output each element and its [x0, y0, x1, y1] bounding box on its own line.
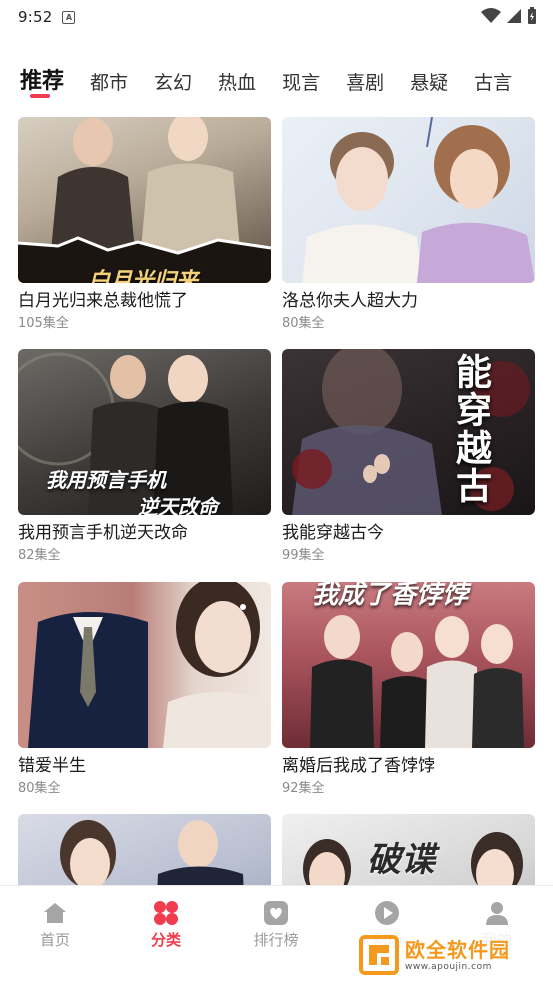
notification-a-icon: A: [62, 10, 76, 24]
drama-episodes: 80集全: [18, 781, 61, 796]
signal-icon: [507, 9, 521, 23]
drama-poster[interactable]: 能穿越古: [282, 349, 535, 515]
status-bar: 9:52 A: [0, 0, 553, 34]
poster-title: 破谍: [367, 840, 435, 880]
play-icon: [374, 900, 400, 926]
drama-card[interactable]: 错爱半生 80集全: [18, 582, 271, 797]
poster-subtitle: 逆天改命: [138, 495, 218, 515]
tab-fantasy[interactable]: 玄幻: [154, 62, 192, 95]
drama-title[interactable]: 洛总你夫人超大力: [282, 290, 535, 312]
drama-poster[interactable]: 白月光归来: [18, 117, 271, 283]
drama-poster[interactable]: [282, 117, 535, 283]
wifi-icon: [481, 8, 501, 23]
tab-label: 推荐: [20, 69, 65, 94]
nav-label: 排行榜: [253, 931, 299, 949]
category-tabs: 推荐 都市 玄幻 热血 现言 喜剧 悬疑 古言: [0, 62, 553, 102]
home-icon: [42, 900, 68, 926]
poster-title: 白月光归来: [88, 269, 199, 283]
status-time: 9:52: [18, 8, 53, 26]
tab-urban[interactable]: 都市: [90, 62, 128, 95]
drama-episodes: 99集全: [282, 548, 325, 563]
tab-recommend[interactable]: 推荐: [20, 62, 65, 98]
poster-title: 能穿越古: [450, 353, 491, 505]
drama-title[interactable]: 我用预言手机逆天改命: [18, 522, 271, 544]
ranking-icon: [263, 900, 289, 926]
drama-poster[interactable]: 我用预言手机 逆天改命: [18, 349, 271, 515]
drama-title[interactable]: 我能穿越古今: [282, 522, 535, 544]
watermark: 欧全软件园 www.apoujin.com: [355, 930, 545, 980]
drama-title[interactable]: 白月光归来总裁他慌了: [18, 290, 271, 312]
poster-title: 我用预言手机: [46, 468, 166, 492]
poster-title: 我成了香饽饽: [312, 582, 469, 610]
tab-ancient-romance[interactable]: 古言: [474, 62, 512, 95]
tab-modern-romance[interactable]: 现言: [282, 62, 320, 95]
watermark-url: www.apoujin.com: [405, 962, 492, 972]
drama-card[interactable]: 我用预言手机 逆天改命 我用预言手机逆天改命 82集全: [18, 349, 271, 564]
category-icon: [153, 900, 179, 926]
nav-label: 分类: [150, 931, 181, 949]
drama-card[interactable]: 能穿越古 我能穿越古今 99集全: [282, 349, 535, 564]
drama-card[interactable]: 我成了香饽饽 离婚后我成了香饽饽 92集全: [282, 582, 535, 797]
drama-title[interactable]: 错爱半生: [18, 755, 271, 777]
drama-poster[interactable]: 我成了香饽饽: [282, 582, 535, 748]
drama-episodes: 105集全: [18, 316, 69, 331]
drama-card[interactable]: 白月光归来 白月光归来总裁他慌了 105集全: [18, 117, 271, 332]
nav-home[interactable]: 首页: [15, 900, 95, 950]
drama-title[interactable]: 离婚后我成了香饽饽: [282, 755, 535, 777]
drama-poster[interactable]: [18, 582, 271, 748]
drama-card[interactable]: 洛总你夫人超大力 80集全: [282, 117, 535, 332]
watermark-name: 欧全软件园: [405, 938, 510, 962]
nav-category[interactable]: 分类: [126, 900, 206, 950]
watermark-text: 欧全软件园 www.apoujin.com: [405, 938, 510, 972]
tab-mystery[interactable]: 悬疑: [410, 62, 448, 95]
drama-episodes: 80集全: [282, 316, 325, 331]
tab-comedy[interactable]: 喜剧: [346, 62, 384, 95]
nav-label: 首页: [39, 931, 70, 949]
battery-icon: [528, 7, 536, 24]
profile-icon: [484, 900, 510, 926]
tab-active-indicator: [30, 94, 50, 98]
status-icons: [481, 7, 537, 25]
nav-ranking[interactable]: 排行榜: [236, 900, 316, 950]
watermark-logo-icon: [359, 935, 399, 975]
tab-action[interactable]: 热血: [218, 62, 256, 95]
drama-episodes: 92集全: [282, 781, 325, 796]
drama-episodes: 82集全: [18, 548, 61, 563]
